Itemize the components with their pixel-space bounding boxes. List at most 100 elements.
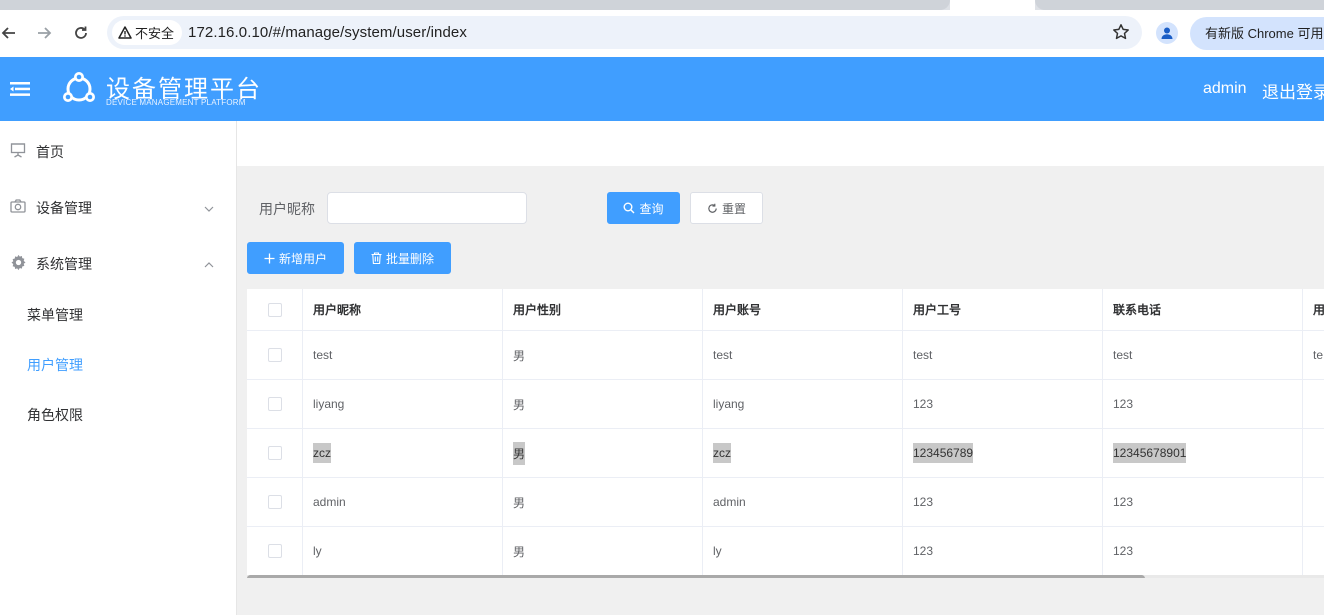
app-header: 设备管理平台 DEVICE MANAGEMENT PLATFORM admin … <box>0 57 1324 121</box>
row-select-cell <box>247 380 303 428</box>
sidebar-subitem-label: 角色权限 <box>27 407 83 423</box>
table-cell: 123 <box>1103 527 1303 575</box>
reset-button-label: 重置 <box>721 201 746 216</box>
scrollbar-thumb[interactable] <box>247 575 1145 578</box>
table-cell: test <box>703 331 903 379</box>
logout-link[interactable]: 退出登录 <box>1262 78 1324 103</box>
bookmark-star-icon[interactable] <box>1112 23 1130 44</box>
table-cell: test <box>903 331 1103 379</box>
browser-tab-strip <box>0 0 1324 10</box>
camera-icon <box>10 198 26 217</box>
table-cell: test <box>303 331 503 379</box>
chevron-down-icon <box>204 200 214 216</box>
trash-icon <box>371 252 382 264</box>
selected-text: zcz <box>313 443 331 463</box>
table-cell: liyang <box>303 380 503 428</box>
sidebar-item-home[interactable]: 首页 <box>0 122 236 178</box>
sidebar-item-label: 首页 <box>36 144 64 160</box>
query-button[interactable]: 查询 <box>607 192 680 224</box>
selected-text: 123456789 <box>913 443 974 463</box>
profile-avatar-icon[interactable] <box>1156 22 1178 44</box>
sidebar-item-label: 设备管理 <box>36 200 92 216</box>
column-header[interactable]: 用户性别 <box>503 289 703 330</box>
user-table: 用户昵称 用户性别 用户账号 用户工号 联系电话 用 test 男 test t… <box>247 289 1324 578</box>
reload-icon <box>75 26 87 39</box>
table-cell: 123 <box>1103 380 1303 428</box>
table-cell: 12345678901 <box>1103 429 1303 477</box>
header-username: admin <box>1203 80 1247 97</box>
sidebar-item-device-management[interactable]: 设备管理 <box>0 178 236 234</box>
sidebar-subitem-role-permissions[interactable]: 角色权限 <box>0 389 236 439</box>
table-cell: 男 <box>503 380 703 428</box>
reset-button[interactable]: 重置 <box>690 192 763 224</box>
sidebar-item-label: 系统管理 <box>36 256 92 272</box>
row-checkbox[interactable] <box>267 348 282 362</box>
table-cell <box>1303 478 1324 526</box>
table-cell: 123 <box>903 527 1103 575</box>
security-chip[interactable]: 不安全 <box>112 20 182 45</box>
batch-delete-button[interactable]: 批量删除 <box>354 242 451 274</box>
column-header[interactable]: 联系电话 <box>1103 289 1303 330</box>
table-cell: test <box>1103 331 1303 379</box>
table-cell: 123 <box>1103 478 1303 526</box>
address-bar[interactable]: 不安全 172.16.0.10/#/manage/system/user/ind… <box>107 16 1142 49</box>
table-cell: admin <box>303 478 503 526</box>
warning-icon <box>118 26 132 39</box>
row-checkbox[interactable] <box>267 397 282 411</box>
sidebar-subitem-label: 用户管理 <box>27 357 83 373</box>
row-select-cell <box>247 331 303 379</box>
select-all-checkbox[interactable] <box>267 302 282 317</box>
plus-icon <box>264 253 275 263</box>
batch-delete-label: 批量删除 <box>385 251 434 266</box>
column-header[interactable]: 用 <box>1303 289 1324 330</box>
selected-text: zcz <box>713 443 731 463</box>
table-cell: liyang <box>703 380 903 428</box>
table-cell: 123 <box>903 380 1103 428</box>
row-select-cell <box>247 527 303 575</box>
browser-tab[interactable] <box>0 0 950 10</box>
sidebar: 首页 设备管理 系统管理 菜单管理 用户管理 角色权限 <box>0 121 237 615</box>
table-cell: 男 <box>503 429 703 477</box>
table-cell: 123456789 <box>903 429 1103 477</box>
row-checkbox[interactable] <box>267 495 282 509</box>
table-header-row: 用户昵称 用户性别 用户账号 用户工号 联系电话 用 <box>247 289 1324 331</box>
sidebar-subitem-user-management[interactable]: 用户管理 <box>0 339 236 389</box>
reload-button[interactable] <box>69 21 93 45</box>
chevron-up-icon <box>204 256 214 272</box>
table-row: ly 男 ly 123 123 <box>247 527 1324 576</box>
table-row: test 男 test test test te <box>247 331 1324 380</box>
search-label: 用户昵称 <box>259 201 315 217</box>
forward-arrow-icon <box>38 27 52 39</box>
table-cell: zcz <box>703 429 903 477</box>
url-text[interactable]: 172.16.0.10/#/manage/system/user/index <box>188 24 467 41</box>
table-cell: ly <box>303 527 503 575</box>
add-user-button[interactable]: 新增用户 <box>247 242 344 274</box>
app-subtitle: DEVICE MANAGEMENT PLATFORM <box>106 98 246 107</box>
refresh-icon <box>708 203 717 213</box>
easel-icon <box>10 142 26 161</box>
row-checkbox[interactable] <box>267 544 282 558</box>
table-cell: 男 <box>503 527 703 575</box>
row-select-cell <box>247 478 303 526</box>
nickname-search-input[interactable] <box>327 192 527 224</box>
row-checkbox[interactable] <box>267 446 282 460</box>
forward-button[interactable] <box>32 21 56 45</box>
horizontal-scrollbar[interactable] <box>247 575 1324 578</box>
table-cell <box>1303 527 1324 575</box>
sidebar-subitem-menu-management[interactable]: 菜单管理 <box>0 289 236 339</box>
column-header[interactable]: 用户昵称 <box>303 289 503 330</box>
sidebar-item-system-management[interactable]: 系统管理 <box>0 234 236 290</box>
add-user-label: 新增用户 <box>278 251 327 266</box>
browser-tab[interactable] <box>1035 0 1324 10</box>
sidebar-subitem-label: 菜单管理 <box>27 307 83 323</box>
chrome-update-button[interactable]: 有新版 Chrome 可用 <box>1190 17 1324 50</box>
hamburger-menu-icon[interactable] <box>10 81 30 100</box>
main-content: 用户昵称 查询 重置 新增用户 批量删除 用户昵称 用户性别 用户账号 用户工号… <box>237 166 1324 615</box>
back-arrow-icon <box>1 27 15 39</box>
table-cell <box>1303 380 1324 428</box>
column-header[interactable]: 用户账号 <box>703 289 903 330</box>
tab-strip-gap <box>950 0 1035 10</box>
security-label: 不安全 <box>135 26 175 41</box>
column-header[interactable]: 用户工号 <box>903 289 1103 330</box>
back-button[interactable] <box>0 21 21 45</box>
